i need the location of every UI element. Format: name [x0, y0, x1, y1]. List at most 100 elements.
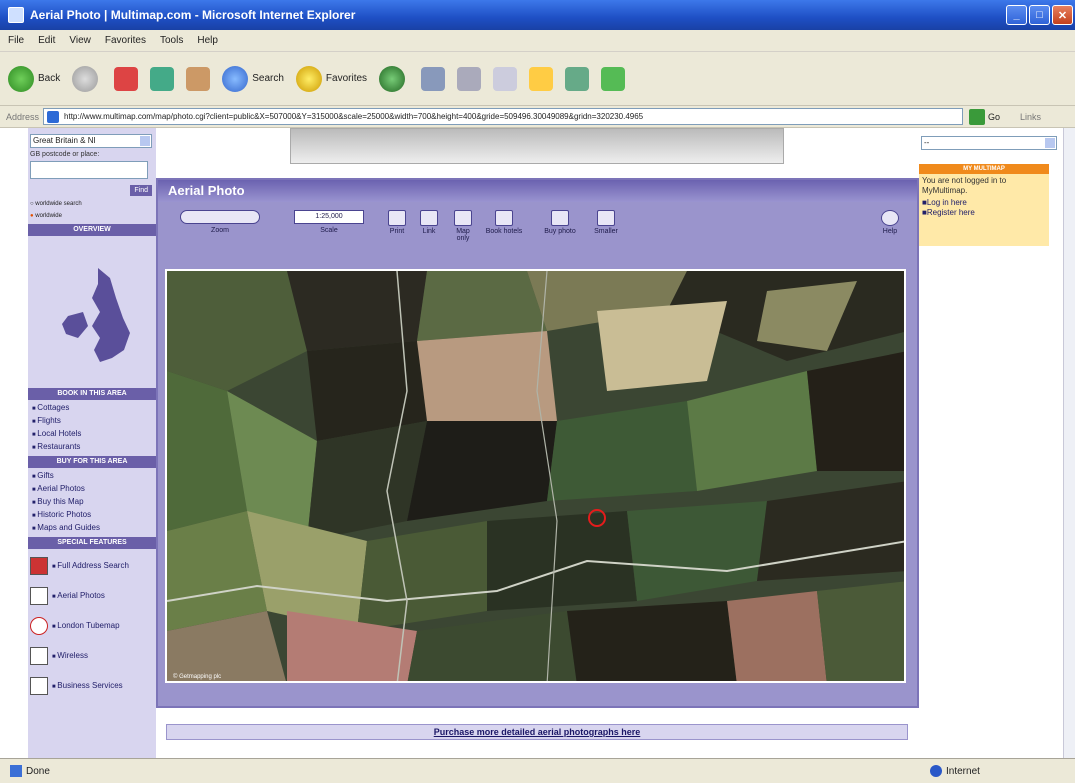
zone-indicator: Internet [930, 765, 980, 777]
scale-select[interactable]: 1:25,000 [294, 210, 364, 224]
search-input[interactable] [30, 161, 148, 179]
radio-worldwide[interactable]: ● worldwide [28, 210, 156, 222]
ie-app-icon [8, 7, 24, 23]
home-button[interactable] [186, 66, 211, 91]
browser-toolbar: Back Search Favorites [0, 52, 1075, 106]
menu-file[interactable]: File [8, 35, 24, 46]
stop-button[interactable] [114, 66, 139, 91]
page-viewport: Great Britain & NI GB postcode or place:… [0, 128, 1063, 758]
chevron-down-icon [140, 136, 150, 146]
search-label: GB postcode or place: [30, 151, 100, 158]
menu-edit[interactable]: Edit [38, 35, 55, 46]
book-item-cottages[interactable]: Cottages [28, 402, 156, 415]
address-icon [30, 557, 48, 575]
smaller-control[interactable]: Smaller [588, 210, 624, 235]
help-control[interactable]: Help [878, 210, 902, 235]
book-item-flights[interactable]: Flights [28, 415, 156, 428]
tube-icon [30, 617, 48, 635]
search-icon [222, 65, 249, 92]
buy-item-historic-photos[interactable]: Historic Photos [28, 509, 156, 522]
zoom-control[interactable]: Zoom [180, 210, 260, 234]
address-label: Address [6, 111, 40, 122]
media-icon [379, 65, 406, 92]
special-full-address[interactable]: Full Address Search [28, 551, 156, 581]
messenger-icon [601, 66, 626, 91]
buy-item-aerial-photos[interactable]: Aerial Photos [28, 483, 156, 496]
back-arrow-icon [8, 65, 34, 92]
address-input[interactable]: http://www.multimap.com/map/photo.cgi?cl… [43, 108, 964, 125]
refresh-icon [150, 66, 175, 91]
map-only-control[interactable]: Map only [450, 210, 476, 242]
history-icon [421, 66, 446, 91]
mymultimap-box: MY MULTIMAP You are not logged in to MyM… [919, 164, 1049, 246]
menu-bar: File Edit View Favorites Tools Help [0, 30, 1075, 52]
buy-header: BUY FOR THIS AREA [28, 456, 156, 468]
buy-item-maps-guides[interactable]: Maps and Guides [28, 522, 156, 535]
menu-view[interactable]: View [69, 35, 91, 46]
folder-button[interactable] [529, 66, 554, 91]
special-header: SPECIAL FEATURES [28, 537, 156, 549]
link-control[interactable]: Link [416, 210, 442, 235]
go-arrow-icon[interactable] [969, 108, 986, 125]
wireless-icon [30, 647, 48, 665]
login-link[interactable]: ■Log in here [919, 198, 1049, 208]
menu-help[interactable]: Help [197, 35, 218, 46]
print-control[interactable]: Print [384, 210, 410, 235]
overview-map[interactable] [28, 238, 156, 386]
page-status-icon [10, 765, 22, 777]
links-button[interactable]: Links [1020, 112, 1041, 122]
special-tubemap[interactable]: London Tubemap [28, 611, 156, 641]
left-sidebar: Great Britain & NI GB postcode or place:… [28, 128, 156, 758]
print-button[interactable] [457, 66, 482, 91]
search-button[interactable]: Search [222, 65, 284, 92]
zoom-slider[interactable] [180, 210, 260, 224]
research-icon [565, 66, 590, 91]
refresh-button[interactable] [150, 66, 175, 91]
favorites-button[interactable]: Favorites [295, 65, 367, 92]
buy-item-gifts[interactable]: Gifts [28, 470, 156, 483]
minimize-button[interactable]: _ [1006, 5, 1027, 25]
back-button[interactable]: Back [8, 65, 60, 92]
book-item-hotels[interactable]: Local Hotels [28, 428, 156, 441]
link-icon [420, 210, 438, 226]
find-button[interactable]: Find [130, 185, 152, 196]
messenger-button[interactable] [601, 66, 626, 91]
book-item-restaurants[interactable]: Restaurants [28, 441, 156, 454]
right-select[interactable]: -- [921, 136, 1057, 150]
forward-button[interactable] [72, 65, 102, 92]
radio-worldwide-search[interactable]: ○ worldwide search [28, 198, 156, 210]
vertical-scrollbar[interactable] [1063, 128, 1075, 758]
menu-favorites[interactable]: Favorites [105, 35, 146, 46]
uk-map-icon [62, 268, 130, 362]
map-controls: Zoom 1:25,000 Scale Print Link Map only … [158, 202, 917, 262]
scale-control[interactable]: 1:25,000 Scale [294, 210, 364, 234]
media-button[interactable] [379, 65, 409, 92]
advert-banner[interactable] [290, 128, 784, 164]
home-icon [186, 66, 211, 91]
close-button[interactable]: ✕ [1052, 5, 1073, 25]
history-button[interactable] [421, 66, 446, 91]
address-bar: Address http://www.multimap.com/map/phot… [0, 106, 1075, 128]
purchase-link[interactable]: Purchase more detailed aerial photograph… [166, 724, 908, 740]
book-header: BOOK IN THIS AREA [28, 388, 156, 400]
special-wireless[interactable]: Wireless [28, 641, 156, 671]
status-bar: Done Internet [0, 758, 1075, 783]
aerial-fields-image [167, 271, 904, 681]
help-icon [881, 210, 899, 226]
buy-photo-control[interactable]: Buy photo [540, 210, 580, 235]
research-button[interactable] [565, 66, 590, 91]
chevron-down-icon [1045, 138, 1055, 148]
book-hotels-control[interactable]: Book hotels [482, 210, 526, 235]
main-content: Aerial Photo Zoom 1:25,000 Scale Print L… [156, 128, 919, 758]
special-aerial-photos[interactable]: Aerial Photos [28, 581, 156, 611]
buy-item-map[interactable]: Buy this Map [28, 496, 156, 509]
register-link[interactable]: ■Register here [919, 208, 1049, 218]
maximize-button[interactable]: □ [1029, 5, 1050, 25]
forward-arrow-icon [72, 65, 99, 92]
country-select[interactable]: Great Britain & NI [30, 134, 152, 148]
aerial-photo[interactable]: © Getmapping plc [165, 269, 906, 683]
edit-button[interactable] [493, 66, 518, 91]
menu-tools[interactable]: Tools [160, 35, 183, 46]
go-button[interactable]: Go [988, 112, 1000, 122]
special-business[interactable]: Business Services [28, 671, 156, 701]
